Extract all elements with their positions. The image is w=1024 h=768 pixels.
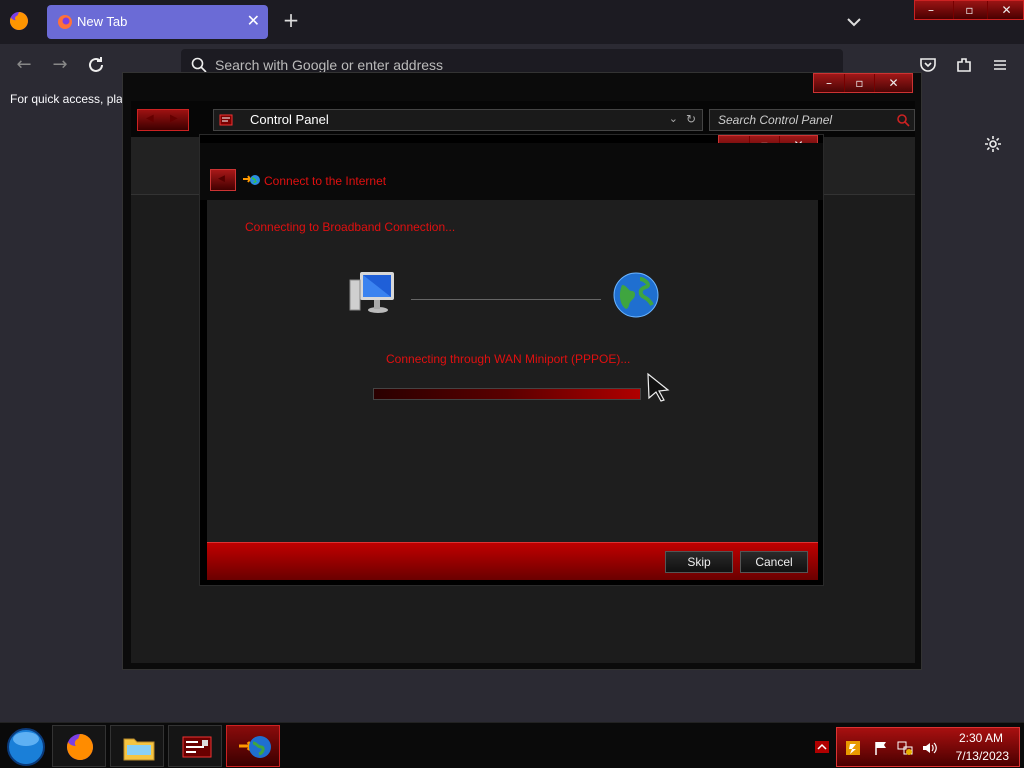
connect-dialog: – ▫ ✕ ◀ Connect to the Internet Connecti… bbox=[199, 134, 824, 586]
dialog-title: Connect to the Internet bbox=[264, 174, 387, 188]
tab-new-tab[interactable]: New Tab ✕ bbox=[47, 5, 268, 39]
back-icon: ◀ bbox=[218, 174, 225, 184]
firefox-icon[interactable] bbox=[8, 10, 30, 32]
connection-detail-text: Connecting through WAN Miniport (PPPOE).… bbox=[386, 352, 631, 366]
taskbar-item-explorer[interactable] bbox=[110, 725, 164, 767]
close-button[interactable]: ✕ bbox=[987, 1, 1024, 19]
minimize-button[interactable]: – bbox=[814, 74, 844, 92]
refresh-icon[interactable]: ↻ bbox=[686, 112, 696, 126]
chevron-down-icon[interactable]: ⌄ bbox=[669, 112, 678, 125]
new-tab-button[interactable]: + bbox=[280, 8, 302, 34]
dialog-footer: Skip Cancel bbox=[207, 542, 818, 580]
network-icon[interactable] bbox=[897, 740, 913, 756]
taskbar-item-connect-to-internet[interactable] bbox=[226, 725, 280, 767]
network-connect-icon bbox=[239, 736, 271, 758]
skip-button[interactable]: Skip bbox=[665, 551, 733, 573]
control-panel-toolbar: ◀ ▶ Control Panel ⌄ ↻ Search Control Pan… bbox=[131, 101, 915, 137]
menu-icon[interactable] bbox=[990, 55, 1010, 75]
search-placeholder: Search Control Panel bbox=[718, 113, 833, 127]
reload-icon[interactable] bbox=[84, 53, 108, 77]
control-panel-icon bbox=[182, 736, 212, 758]
folder-icon bbox=[123, 738, 155, 761]
search-icon[interactable] bbox=[896, 113, 910, 127]
firefox-icon bbox=[58, 15, 72, 29]
close-button[interactable]: ✕ bbox=[874, 74, 912, 92]
dialog-header bbox=[200, 143, 823, 200]
power-icon[interactable] bbox=[845, 740, 861, 756]
maximize-button[interactable]: ▫ bbox=[844, 74, 874, 92]
tab-title: New Tab bbox=[77, 14, 128, 29]
volume-icon[interactable] bbox=[921, 740, 937, 756]
dialog-body: Connecting to Broadband Connection... Co… bbox=[207, 200, 818, 542]
close-tab-icon[interactable]: ✕ bbox=[247, 11, 260, 30]
mouse-cursor-icon bbox=[647, 372, 670, 402]
forward-icon[interactable]: → bbox=[47, 53, 73, 77]
gear-icon[interactable] bbox=[983, 134, 1003, 154]
taskbar-item-firefox[interactable] bbox=[52, 725, 106, 767]
connection-line bbox=[411, 299, 601, 300]
taskbar-item-control-panel[interactable] bbox=[168, 725, 222, 767]
clock-time[interactable]: 2:30 AM bbox=[959, 731, 1003, 745]
forward-icon[interactable]: ▶ bbox=[170, 113, 178, 124]
back-icon[interactable]: ◀ bbox=[146, 113, 154, 124]
progress-fill bbox=[374, 389, 640, 399]
dialog-back-button[interactable]: ◀ bbox=[210, 169, 236, 191]
control-panel-search-input[interactable]: Search Control Panel bbox=[709, 109, 915, 131]
firefox-icon bbox=[67, 734, 93, 760]
control-panel-window-controls: – ▫ ✕ bbox=[813, 73, 913, 93]
address-text: Control Panel bbox=[250, 112, 329, 127]
clock-date[interactable]: 7/13/2023 bbox=[956, 749, 1009, 763]
maximize-button[interactable]: ▫ bbox=[953, 1, 985, 19]
control-panel-icon bbox=[219, 114, 233, 126]
extensions-icon[interactable] bbox=[954, 55, 974, 75]
cancel-button[interactable]: Cancel bbox=[740, 551, 808, 573]
minimize-button[interactable]: – bbox=[915, 1, 947, 19]
window-controls: – ▫ ✕ bbox=[914, 0, 1024, 20]
network-connect-icon bbox=[243, 175, 260, 185]
browser-tab-bar: New Tab ✕ + bbox=[0, 0, 1024, 44]
search-icon bbox=[191, 57, 207, 73]
system-tray: 2:30 AM 7/13/2023 bbox=[836, 727, 1020, 767]
connection-status-text: Connecting to Broadband Connection... bbox=[245, 220, 456, 234]
control-panel-address-bar[interactable]: Control Panel ⌄ ↻ bbox=[213, 109, 703, 131]
back-forward-buttons[interactable]: ◀ ▶ bbox=[137, 109, 189, 131]
action-center-flag-icon[interactable] bbox=[873, 740, 889, 756]
connection-progress-bar bbox=[373, 388, 641, 400]
bookmarks-hint: For quick access, plac bbox=[10, 92, 129, 106]
chevron-down-icon[interactable] bbox=[842, 10, 866, 34]
back-icon[interactable]: ← bbox=[11, 53, 37, 77]
address-placeholder: Search with Google or enter address bbox=[215, 57, 444, 73]
computer-icon bbox=[349, 272, 394, 313]
start-button-icon[interactable] bbox=[6, 727, 46, 767]
taskbar: 2:30 AM 7/13/2023 bbox=[0, 722, 1024, 768]
globe-icon bbox=[613, 272, 659, 318]
show-hidden-icons-icon[interactable] bbox=[815, 741, 829, 753]
